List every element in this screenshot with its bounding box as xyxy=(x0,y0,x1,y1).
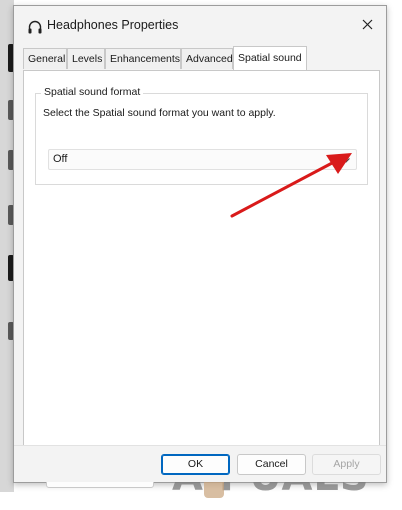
spatial-sound-format-group: Spatial sound format Select the Spatial … xyxy=(35,86,368,185)
spatial-sound-tab-page: Spatial sound format Select the Spatial … xyxy=(23,70,380,500)
title-bar[interactable]: Headphones Properties xyxy=(14,6,386,44)
ok-button[interactable]: OK xyxy=(161,454,230,475)
close-icon xyxy=(362,19,372,29)
tab-general[interactable]: General xyxy=(23,48,67,69)
window-title: Headphones Properties xyxy=(47,18,179,32)
headphones-icon xyxy=(28,20,42,34)
dialog-footer: OK Cancel Apply xyxy=(14,445,386,482)
tab-advanced[interactable]: Advanced xyxy=(181,48,233,69)
group-description: Select the Spatial sound format you want… xyxy=(43,107,276,119)
group-label: Spatial sound format xyxy=(41,86,144,98)
close-button[interactable] xyxy=(354,12,380,36)
tab-levels[interactable]: Levels xyxy=(67,48,105,69)
background-app-strip xyxy=(0,0,14,492)
headphones-properties-dialog: Headphones Properties General Levels Enh… xyxy=(13,5,387,500)
tab-spatial-sound[interactable]: Spatial sound xyxy=(233,46,307,70)
cancel-button[interactable]: Cancel xyxy=(237,454,306,475)
spatial-format-dropdown[interactable]: Off xyxy=(48,149,357,170)
tab-enhancements[interactable]: Enhancements xyxy=(105,48,181,69)
apply-button[interactable]: Apply xyxy=(312,454,381,475)
chevron-down-icon xyxy=(342,158,350,163)
dropdown-selected-value: Off xyxy=(53,153,68,165)
tab-strip: General Levels Enhancements Advanced Spa… xyxy=(23,46,377,70)
